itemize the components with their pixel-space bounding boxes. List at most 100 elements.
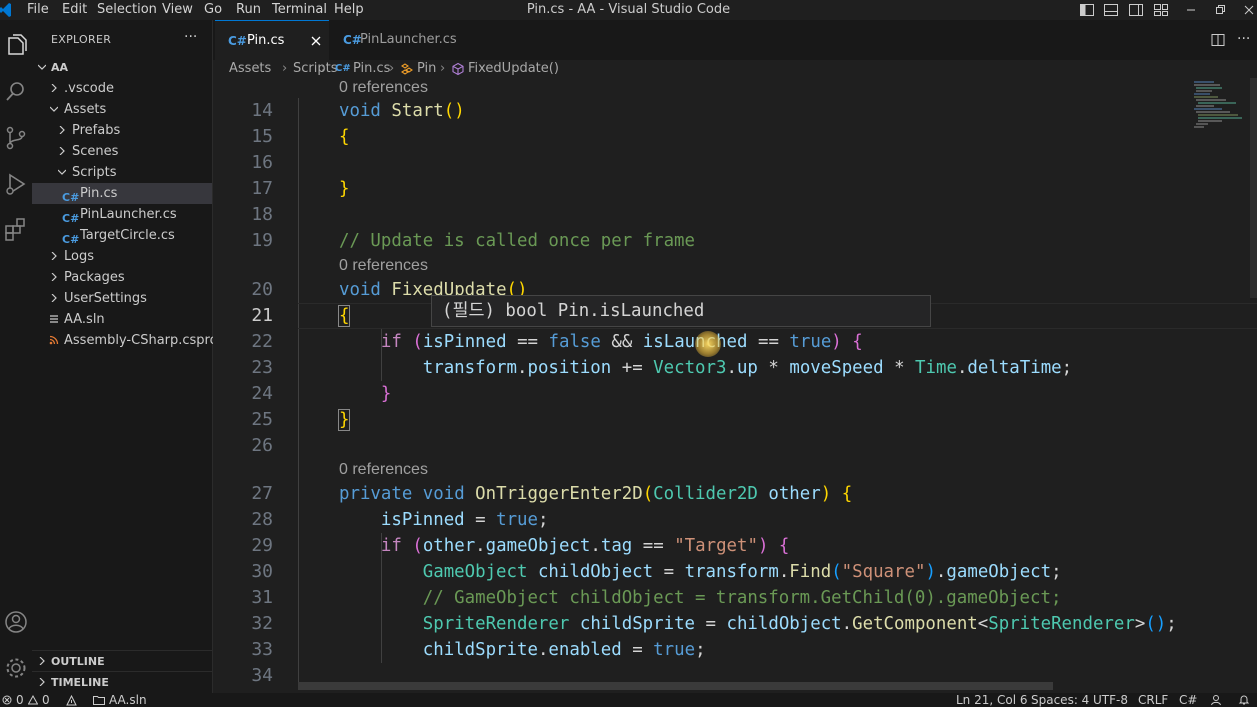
line-ending[interactable]: CRLF: [1138, 693, 1168, 707]
source-control-icon[interactable]: [2, 124, 30, 152]
minimap[interactable]: [1192, 80, 1250, 140]
line-number: 34: [251, 665, 273, 686]
code-line: // Update is called once per frame: [339, 228, 695, 254]
tree-item-pinlauncher-cs[interactable]: C# PinLauncher.cs: [32, 204, 212, 225]
tree-item-packages[interactable]: Packages: [32, 267, 212, 288]
outline-section[interactable]: OUTLINE: [32, 650, 212, 672]
close-window-icon[interactable]: [1241, 2, 1257, 18]
toggle-secondary-sidebar-icon[interactable]: [1128, 2, 1144, 18]
restore-icon[interactable]: [1212, 2, 1228, 18]
run-debug-icon[interactable]: [2, 170, 30, 198]
breadcrumb-scripts[interactable]: Scripts: [293, 60, 337, 78]
tree-item-scenes[interactable]: Scenes: [32, 141, 212, 162]
method-symbol-icon: [452, 62, 464, 76]
code-editor[interactable]: 14 15 16 17 18 19 20 21 22 23 24 25 26 2…: [213, 78, 1257, 693]
breadcrumb-class[interactable]: Pin: [417, 60, 436, 78]
tree-item-csproj[interactable]: Assembly-CSharp.csproj: [32, 330, 221, 351]
code-line: isPinned = true;: [380, 510, 549, 530]
code-line: GameObject childObject = transform.Find(…: [422, 562, 1062, 582]
editor-more-actions-icon[interactable]: ···: [1237, 31, 1250, 47]
vertical-scrollbar[interactable]: [1250, 78, 1257, 298]
tree-item-prefabs[interactable]: Prefabs: [32, 120, 212, 141]
tree-item-logs[interactable]: Logs: [32, 246, 212, 267]
breadcrumb-method[interactable]: FixedUpdate(): [468, 60, 559, 78]
warning-icon[interactable]: [28, 695, 38, 705]
chevron-right-icon: [59, 126, 65, 134]
search-icon[interactable]: [2, 78, 30, 106]
chevron-down-icon: [38, 64, 46, 70]
tree-item-vscode[interactable]: .vscode: [32, 78, 212, 99]
more-actions-icon[interactable]: ···: [184, 29, 197, 45]
settings-gear-icon[interactable]: [2, 654, 30, 682]
code-string: "Target": [674, 536, 758, 556]
line-number: 15: [251, 126, 273, 147]
toggle-primary-sidebar-icon[interactable]: [1079, 2, 1095, 18]
line-number-current: 21: [251, 305, 273, 326]
language-mode[interactable]: C#: [1179, 693, 1197, 707]
tree-root[interactable]: AA: [32, 57, 212, 78]
line-number: 26: [251, 435, 273, 456]
code-line: {: [339, 127, 350, 147]
breadcrumb-assets[interactable]: Assets: [229, 60, 271, 78]
tab-pin-cs[interactable]: C# Pin.cs: [215, 20, 329, 60]
tree-item-pin-cs[interactable]: C# Pin.cs: [32, 183, 212, 204]
line-number: 17: [251, 178, 273, 199]
notifications-bell-icon[interactable]: [1238, 694, 1250, 706]
tree-item-assets[interactable]: Assets: [32, 99, 212, 120]
tab-pinlauncher-cs[interactable]: C# PinLauncher.cs: [331, 20, 457, 60]
tree-item-scripts[interactable]: Scripts: [32, 162, 212, 183]
tree-item-usersettings[interactable]: UserSettings: [32, 288, 212, 309]
chevron-right-icon: [51, 252, 57, 260]
tab-label: Pin.cs: [247, 33, 285, 48]
minimize-icon[interactable]: [1183, 2, 1199, 18]
activity-bar: [0, 20, 32, 693]
breadcrumb: Assets › Scripts › C# Pin.cs › Pin › Fix…: [213, 60, 1257, 78]
code-lens-references[interactable]: 0 references: [339, 460, 428, 480]
title-bar: File Edit Selection View Go Run Terminal…: [0, 0, 1257, 20]
tree-item-label: TargetCircle.cs: [80, 228, 175, 243]
tree-item-label: AA.sln: [64, 312, 105, 327]
account-icon[interactable]: [2, 608, 30, 636]
explorer-sidebar: EXPLORER ··· AA .vscode Assets Prefabs S…: [32, 20, 221, 693]
breadcrumb-file[interactable]: Pin.cs: [353, 60, 390, 78]
toggle-panel-icon[interactable]: [1103, 2, 1119, 18]
window-title: Pin.cs - AA - Visual Studio Code: [526, 2, 731, 17]
line-number: 16: [251, 152, 273, 173]
error-count[interactable]: 0: [16, 693, 24, 707]
breadcrumb-separator: ›: [321, 61, 327, 76]
customize-layout-icon[interactable]: [1153, 2, 1169, 18]
chevron-right-icon: [51, 294, 57, 302]
split-editor-icon[interactable]: [1211, 33, 1225, 47]
feedback-icon[interactable]: [1210, 694, 1222, 706]
code-line: {: [337, 305, 351, 327]
hover-tooltip: (필드) bool Pin.isLaunched: [431, 295, 931, 327]
code-line: if (other.gameObject.tag == "Target") {: [380, 536, 790, 556]
explorer-icon[interactable]: [2, 32, 30, 60]
explorer-title: EXPLORER: [51, 33, 112, 46]
tree-item-targetcircle-cs[interactable]: C# TargetCircle.cs: [32, 225, 212, 246]
code-lens-references[interactable]: 0 references: [339, 256, 428, 276]
code-line: void Start(): [339, 101, 465, 121]
line-number: 30: [251, 561, 273, 582]
tree-item-label: Pin.cs: [80, 186, 118, 201]
timeline-section[interactable]: TIMELINE: [32, 671, 212, 693]
encoding[interactable]: UTF-8: [1093, 693, 1128, 707]
line-number: 27: [251, 483, 273, 504]
indentation[interactable]: Spaces: 4: [1031, 693, 1089, 707]
warning-count[interactable]: 0: [42, 693, 50, 707]
code-lens-references[interactable]: 0 references: [339, 78, 428, 98]
cursor-position[interactable]: Ln 21, Col 6: [956, 693, 1028, 707]
remote-icon[interactable]: [66, 695, 77, 706]
code-line: transform.position += Vector3.up * moveS…: [422, 358, 1073, 378]
tree-item-label: Scripts: [72, 165, 117, 180]
error-icon[interactable]: [2, 695, 12, 705]
chevron-right-icon: [59, 147, 65, 155]
code-line: }: [380, 384, 392, 404]
extensions-icon[interactable]: [2, 216, 30, 244]
solution-name[interactable]: AA.sln: [109, 693, 147, 707]
close-tab-icon[interactable]: [311, 36, 321, 46]
horizontal-scrollbar[interactable]: [298, 682, 1053, 690]
breadcrumb-separator: ›: [282, 61, 288, 76]
tab-label: PinLauncher.cs: [360, 32, 457, 47]
tree-item-aa-sln[interactable]: AA.sln: [32, 309, 212, 330]
